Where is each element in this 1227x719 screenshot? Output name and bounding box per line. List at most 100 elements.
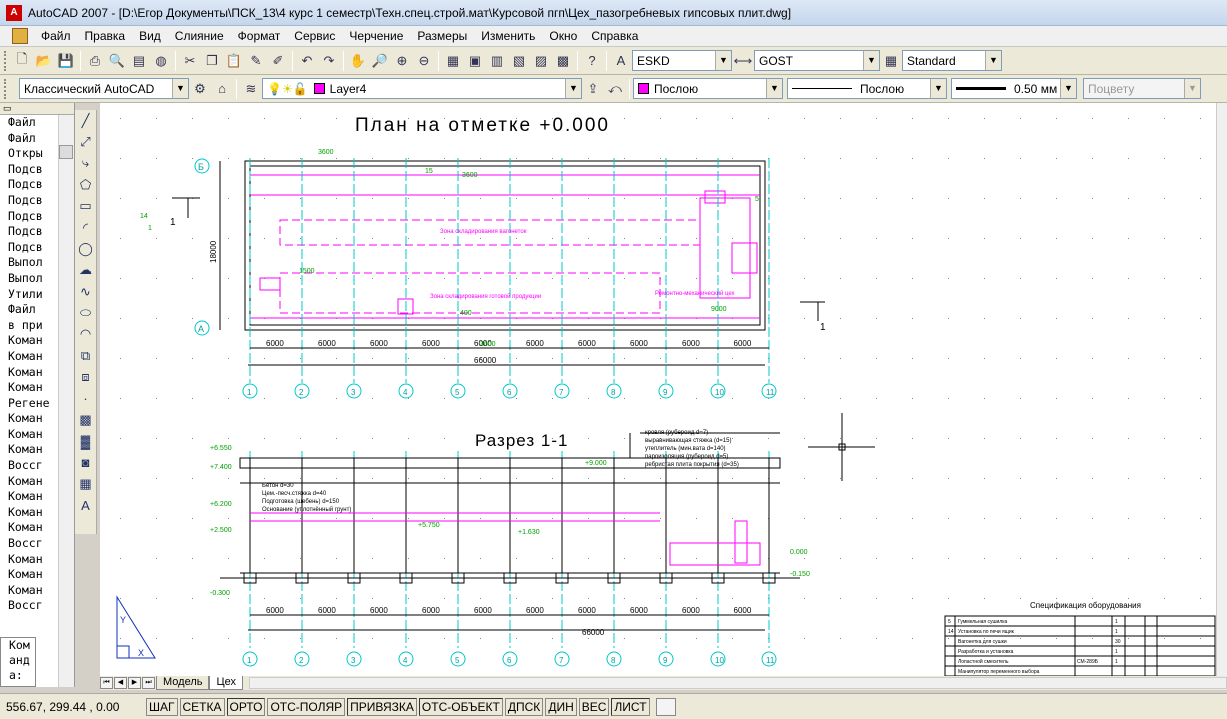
pan-icon[interactable]: ✋ [347,50,369,72]
otrack-toggle[interactable]: ОТС-ОБЪЕКТ [418,697,503,716]
next-tab-icon[interactable]: ▶ [128,677,141,689]
menu-dimension[interactable]: Размеры [410,26,474,47]
menu-draw[interactable]: Черчение [342,26,410,47]
tab-layout[interactable]: Цех [209,676,243,690]
table-icon[interactable]: ▦ [76,474,96,494]
polar-toggle[interactable]: ОТС-ПОЛЯР [267,697,346,716]
panel-header[interactable]: ▭ [0,103,74,115]
design-center-icon[interactable]: ▣ [464,50,486,72]
cut-icon[interactable]: ✂ [179,50,201,72]
chevron-down-icon[interactable]: ▼ [863,51,879,70]
ortho-toggle[interactable]: ОРТО [226,697,266,716]
table-style-icon[interactable]: ▦ [880,50,902,72]
document-icon[interactable] [12,28,28,44]
drawing-canvas[interactable]: План на отметке +0.000 Разрез 1-1 112233… [100,103,1216,676]
tool-palettes-icon[interactable]: ▥ [486,50,508,72]
insert-block-icon[interactable]: ⧉ [76,346,96,366]
arc-icon[interactable]: ◜ [76,218,96,238]
open-icon[interactable]: 📂 [33,50,55,72]
layer-select[interactable]: 💡☀🔓 Layer4 ▼ [262,78,582,99]
save-icon[interactable]: 💾 [55,50,77,72]
revcloud-icon[interactable]: ☁ [76,260,96,280]
chevron-down-icon[interactable]: ▼ [565,79,581,98]
region-icon[interactable]: ◙ [76,453,96,473]
block-editor-icon[interactable]: ✐ [267,50,289,72]
hatch-icon[interactable]: ▩ [76,410,96,430]
dyn-toggle[interactable]: ДИН [545,697,577,716]
menu-merge[interactable]: Слияние [168,26,231,47]
polygon-icon[interactable]: ⬠ [76,175,96,195]
lineweight-select[interactable]: 0.50 мм ▼ [951,78,1077,99]
copy-icon[interactable]: ❐ [201,50,223,72]
rectangle-icon[interactable]: ▭ [76,196,96,216]
menu-modify[interactable]: Изменить [474,26,542,47]
menu-edit[interactable]: Правка [78,26,133,47]
maximize-viewport-icon[interactable] [655,697,676,716]
menu-tools[interactable]: Сервис [287,26,342,47]
chevron-down-icon[interactable]: ▼ [766,79,782,98]
layer-manager-icon[interactable]: ≋ [240,78,262,100]
layer-previous-icon[interactable]: ⤺ [604,78,626,100]
chevron-down-icon[interactable]: ▼ [172,79,188,98]
menu-help[interactable]: Справка [584,26,645,47]
multiline-text-icon[interactable]: A [76,495,96,515]
snap-toggle[interactable]: ШАГ [146,697,178,716]
help-icon[interactable]: ? [581,50,603,72]
tab-model[interactable]: Модель [156,676,210,690]
new-icon[interactable]: 🗋 [11,50,33,72]
zoom-previous-icon[interactable]: ⊖ [413,50,435,72]
paste-icon[interactable]: 📋 [223,50,245,72]
text-style-icon[interactable]: A [610,50,632,72]
toolbar-grip[interactable] [4,50,8,71]
color-select[interactable]: Послою ▼ [633,78,783,99]
menu-file[interactable]: Файл [34,26,78,47]
vertical-scrollbar[interactable] [1216,103,1227,676]
make-current-layer-icon[interactable]: ⇪ [582,78,604,100]
history-scrollbar[interactable] [58,115,74,687]
print-icon[interactable]: ⎙ [84,50,106,72]
sheet-set-icon[interactable]: ▧ [508,50,530,72]
scroll-thumb[interactable] [59,145,73,159]
ellipse-icon[interactable]: ⬭ [76,303,96,323]
circle-icon[interactable]: ◯ [76,239,96,259]
polyline-icon[interactable]: ⤷ [76,153,96,173]
publish-icon[interactable]: ▤ [128,50,150,72]
command-line[interactable]: Ком анд а: [0,637,36,687]
preview-icon[interactable]: 🔍 [106,50,128,72]
drawing-svg[interactable]: План на отметке +0.000 Разрез 1-1 112233… [100,103,1216,676]
ducs-toggle[interactable]: ДПСК [504,697,544,716]
linetype-select[interactable]: Послою ▼ [787,78,947,99]
redo-icon[interactable]: ↷ [318,50,340,72]
zoom-realtime-icon[interactable]: 🔎 [369,50,391,72]
chevron-down-icon[interactable]: ▼ [715,51,731,70]
menu-view[interactable]: Вид [132,26,168,47]
grid-toggle[interactable]: СЕТКА [179,697,225,716]
toolbar-grip[interactable] [4,78,8,99]
chevron-down-icon[interactable]: ▼ [985,51,1001,70]
horizontal-scrollbar[interactable] [249,677,1227,689]
match-properties-icon[interactable]: ✎ [245,50,267,72]
my-workspace-icon[interactable]: ⌂ [211,78,233,100]
zoom-window-icon[interactable]: ⊕ [391,50,413,72]
web-icon[interactable]: ◍ [150,50,172,72]
markup-icon[interactable]: ▨ [530,50,552,72]
dim-style-select[interactable]: GOST ▼ [754,50,880,71]
line-icon[interactable]: ╱ [76,111,96,131]
text-style-select[interactable]: ESKD ▼ [632,50,732,71]
first-tab-icon[interactable]: ⏮ [100,677,113,689]
properties-icon[interactable]: ▦ [442,50,464,72]
chevron-down-icon[interactable]: ▼ [1060,79,1076,98]
calculator-icon[interactable]: ▩ [552,50,574,72]
paper-toggle[interactable]: ЛИСТ [611,697,650,716]
workspace-settings-icon[interactable]: ⚙ [189,78,211,100]
construction-line-icon[interactable]: ⤢ [76,132,96,152]
ellipse-arc-icon[interactable]: ◠ [76,324,96,344]
menu-window[interactable]: Окно [542,26,584,47]
workspace-select[interactable]: Классический AutoCAD ▼ [19,78,189,99]
dim-style-icon[interactable]: ⟷ [732,50,754,72]
chevron-down-icon[interactable]: ▼ [930,79,946,98]
make-block-icon[interactable]: ⧈ [76,367,96,387]
lwt-toggle[interactable]: ВЕС [578,697,610,716]
undo-icon[interactable]: ↶ [296,50,318,72]
spline-icon[interactable]: ∿ [76,282,96,302]
